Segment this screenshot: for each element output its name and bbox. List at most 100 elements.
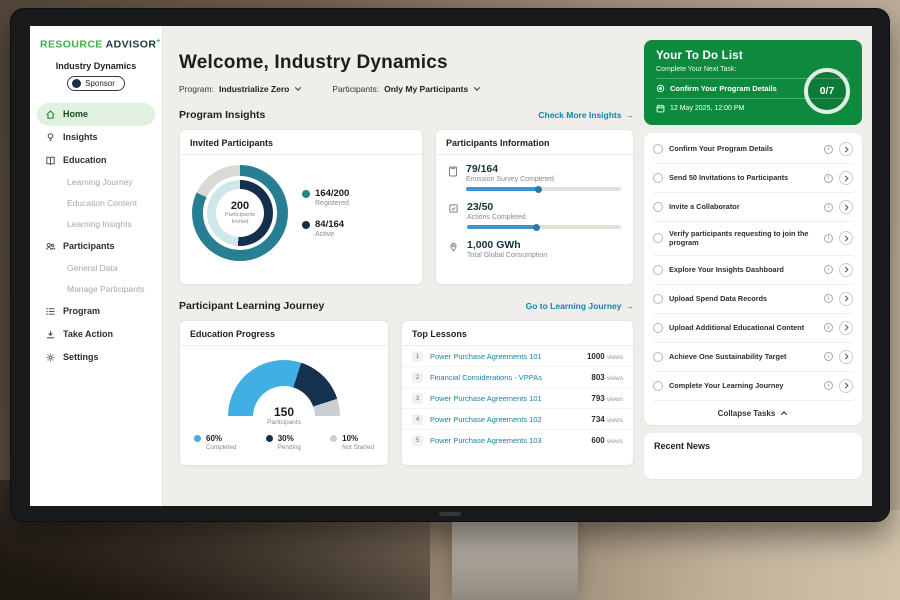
lesson-views-count: 734	[591, 415, 604, 424]
checkbox-icon[interactable]	[653, 352, 663, 362]
checkbox-icon[interactable]	[653, 173, 663, 183]
info-icon: i	[824, 352, 833, 361]
lesson-link[interactable]: Power Purchase Agreements 101	[430, 352, 580, 361]
education-progress-card: Education Progress 150 Participants	[179, 320, 389, 466]
task-achieve-sustainability-target[interactable]: Achieve One Sustainability Target i	[653, 343, 853, 372]
sponsor-badge[interactable]: Sponsor	[67, 76, 125, 91]
lesson-row: 4 Power Purchase Agreements 102 734views	[402, 409, 633, 430]
actions-completed-progressbar	[467, 225, 621, 229]
sidebar-item-label: Take Action	[63, 329, 113, 339]
sidebar-item-label: General Data	[67, 263, 118, 273]
program-insights-header: Program Insights Check More Insights →	[179, 109, 634, 121]
lesson-link[interactable]: Power Purchase Agreements 103	[430, 436, 584, 445]
donut-gap: 200 Participants Invited	[203, 176, 277, 250]
sidebar-item-learning-journey[interactable]: Learning Journey	[37, 172, 155, 193]
chevron-right-icon[interactable]	[839, 321, 853, 335]
sidebar-item-label: Participants	[63, 241, 115, 251]
task-upload-educational-content[interactable]: Upload Additional Educational Content i	[653, 314, 853, 343]
chevron-down-icon	[294, 86, 302, 92]
sidebar-item-learning-insights[interactable]: Learning Insights	[37, 214, 155, 235]
task-send-invitations[interactable]: Send 50 Invitations to Participants i	[653, 164, 853, 193]
emission-survey-value: 79/164	[466, 163, 621, 175]
sidebar-item-take-action[interactable]: Take Action	[37, 323, 155, 346]
chevron-right-icon[interactable]	[839, 200, 853, 214]
info-icon: i	[824, 174, 833, 183]
sidebar-item-education[interactable]: Education	[37, 149, 155, 172]
link-label: Go to Learning Journey	[526, 301, 622, 311]
info-icon: i	[824, 145, 833, 154]
checkbox-icon[interactable]	[653, 202, 663, 212]
sidebar-item-settings[interactable]: Settings	[37, 346, 155, 369]
task-verify-participants[interactable]: Verify participants requesting to join t…	[653, 222, 853, 256]
gauge-label: Participants	[249, 419, 319, 426]
sponsor-icon	[72, 79, 81, 88]
legend-label: Not Started	[342, 444, 374, 451]
donut-center: 200 Participants Invited	[216, 189, 264, 237]
checkbox-icon[interactable]	[653, 265, 663, 275]
chevron-right-icon[interactable]	[839, 142, 853, 156]
arrow-right-icon: →	[626, 301, 635, 311]
task-complete-learning-journey[interactable]: Complete Your Learning Journey i	[653, 372, 853, 401]
program-filter[interactable]: Program: Industrialize Zero	[179, 84, 302, 94]
task-upload-spend-data[interactable]: Upload Spend Data Records i	[653, 285, 853, 314]
task-label: Invite a Collaborator	[669, 202, 818, 211]
checkbox-icon[interactable]	[653, 233, 663, 243]
chevron-right-icon[interactable]	[839, 231, 853, 245]
lesson-link[interactable]: Power Purchase Agreements 102	[430, 415, 584, 424]
global-consumption-value: 1,000 GWh	[467, 239, 621, 251]
check-more-insights-link[interactable]: Check More Insights →	[538, 110, 634, 120]
participants-filter[interactable]: Participants: Only My Participants	[332, 84, 481, 94]
sidebar-item-manage-participants[interactable]: Manage Participants	[37, 279, 155, 300]
target-icon	[656, 84, 665, 93]
sidebar-item-label: Program	[63, 306, 100, 316]
todo-progress-value: 0/7	[820, 85, 835, 97]
go-to-learning-journey-link[interactable]: Go to Learning Journey →	[526, 301, 634, 311]
brand-logo: RESOURCE ADVISOR+	[37, 38, 155, 51]
collapse-tasks-link[interactable]: Collapse Tasks	[653, 401, 853, 425]
checkbox-icon[interactable]	[653, 144, 663, 154]
lesson-views-count: 803	[591, 373, 604, 382]
todo-tasks-card: Confirm Your Program Details i Send 50 I…	[644, 133, 862, 425]
monitor-logo	[439, 512, 461, 516]
chevron-right-icon[interactable]	[839, 350, 853, 364]
task-label: Confirm Your Program Details	[669, 144, 818, 153]
checkbox-icon[interactable]	[653, 294, 663, 304]
participants-filter-value: Only My Participants	[384, 84, 468, 94]
chevron-right-icon[interactable]	[839, 292, 853, 306]
sidebar-item-program[interactable]: Program	[37, 300, 155, 323]
task-explore-insights[interactable]: Explore Your Insights Dashboard i	[653, 256, 853, 285]
legend-value: 30%	[278, 434, 301, 443]
legend-label: Pending	[278, 444, 301, 451]
sidebar-item-home[interactable]: Home	[37, 103, 155, 126]
org-name: Industry Dynamics	[37, 61, 155, 71]
legend-value: 164/200	[315, 188, 349, 199]
education-progress-gauge-wrap: 150 Participants	[228, 360, 340, 416]
top-lessons-card: Top Lessons 1 Power Purchase Agreements …	[401, 320, 634, 466]
chevron-right-icon[interactable]	[839, 379, 853, 393]
sidebar-item-insights[interactable]: Insights	[37, 126, 155, 149]
lesson-link[interactable]: Financial Considerations - VPPAs	[430, 373, 584, 382]
checkbox-icon[interactable]	[653, 381, 663, 391]
task-confirm-program-details[interactable]: Confirm Your Program Details i	[653, 135, 853, 164]
global-consumption-label: Total Global Consumption	[467, 252, 621, 259]
legend-value: 84/164	[315, 219, 344, 230]
checkbox-icon[interactable]	[653, 323, 663, 333]
lightbulb-icon	[45, 132, 56, 143]
todo-due-label: 12 May 2025, 12:00 PM	[670, 105, 744, 112]
task-invite-collaborator[interactable]: Invite a Collaborator i	[653, 193, 853, 222]
sidebar-item-participants[interactable]: Participants	[37, 235, 155, 258]
chevron-right-icon[interactable]	[839, 171, 853, 185]
card-title: Invited Participants	[180, 130, 422, 155]
monitor-stand	[452, 520, 578, 600]
sidebar-item-label: Settings	[63, 352, 99, 362]
sidebar-item-label: Learning Journey	[67, 177, 133, 187]
lesson-link[interactable]: Power Purchase Agreements 101	[430, 394, 584, 403]
legend-completed: 60% Completed	[194, 434, 236, 451]
sidebar-item-education-content[interactable]: Education Content	[37, 193, 155, 214]
sidebar-item-general-data[interactable]: General Data	[37, 258, 155, 279]
lesson-rank: 3	[412, 393, 423, 404]
legend-registered: 164/200 Registered	[302, 188, 349, 207]
lesson-views-label: views	[607, 375, 623, 382]
chevron-right-icon[interactable]	[839, 263, 853, 277]
lesson-rank: 4	[412, 414, 423, 425]
